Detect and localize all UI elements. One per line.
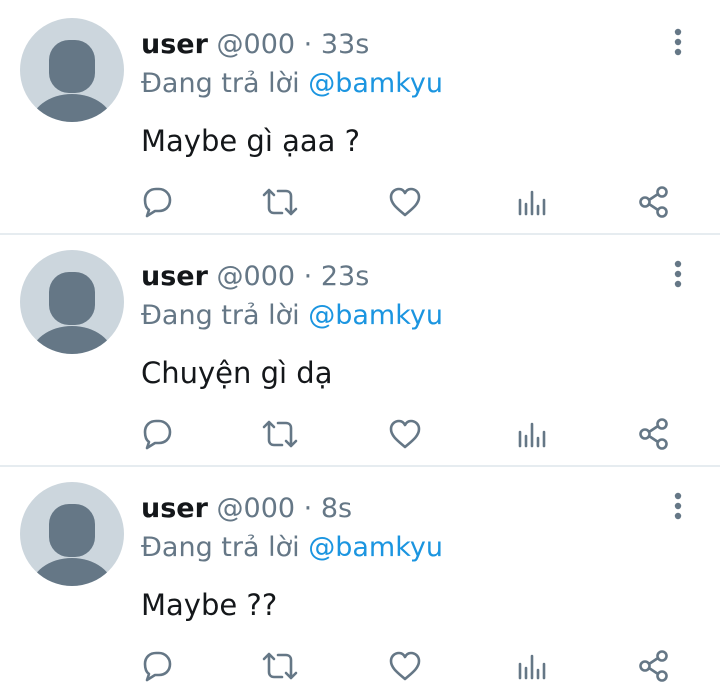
tweet-item[interactable]: user @000 · 33s Đang trả lời @bamkyu May… (0, 0, 720, 232)
share-icon (639, 186, 668, 218)
user-handle[interactable]: @000 (217, 29, 296, 60)
reply-button[interactable] (135, 644, 179, 688)
like-button[interactable] (383, 412, 427, 456)
heart-icon (389, 651, 421, 681)
share-button[interactable] (632, 180, 676, 224)
mention-link[interactable]: @bamkyu (308, 300, 443, 331)
default-avatar-icon (30, 272, 114, 354)
replying-prefix: Đang trả lời (141, 68, 300, 99)
tweet-item[interactable]: user @000 · 23s Đang trả lời @bamkyu Chu… (0, 232, 720, 464)
share-icon (639, 418, 668, 450)
separator-dot: · (303, 493, 313, 524)
more-options-button[interactable] (660, 26, 696, 62)
retweet-button[interactable] (258, 412, 302, 456)
default-avatar-icon (30, 504, 114, 586)
user-handle[interactable]: @000 (217, 261, 296, 292)
reply-icon (143, 651, 172, 682)
stats-button[interactable] (508, 180, 552, 224)
more-options-button[interactable] (660, 490, 696, 526)
retweet-icon (262, 420, 298, 448)
stats-icon (518, 422, 546, 448)
tweet-header: user @000 · 8s (141, 490, 352, 528)
replying-to: Đang trả lời @bamkyu (141, 66, 443, 102)
user-handle[interactable]: @000 (217, 493, 296, 524)
like-button[interactable] (383, 644, 427, 688)
retweet-button[interactable] (258, 180, 302, 224)
retweet-icon (262, 188, 298, 216)
timestamp[interactable]: 33s (321, 29, 369, 60)
reply-icon (143, 419, 172, 450)
reply-button[interactable] (135, 412, 179, 456)
default-avatar-icon (30, 40, 114, 122)
more-options-button[interactable] (660, 258, 696, 294)
display-name[interactable]: user (141, 261, 208, 292)
tweet-text: Maybe ?? (141, 588, 278, 622)
separator-dot: · (303, 261, 313, 292)
mention-link[interactable]: @bamkyu (308, 68, 443, 99)
heart-icon (389, 419, 421, 449)
timestamp[interactable]: 8s (321, 493, 352, 524)
timestamp[interactable]: 23s (321, 261, 369, 292)
display-name[interactable]: user (141, 493, 208, 524)
replying-prefix: Đang trả lời (141, 300, 300, 331)
display-name[interactable]: user (141, 29, 208, 60)
avatar[interactable] (20, 482, 124, 586)
stats-icon (518, 654, 546, 680)
retweet-icon (262, 652, 298, 680)
mention-link[interactable]: @bamkyu (308, 532, 443, 563)
retweet-button[interactable] (258, 644, 302, 688)
tweet-header: user @000 · 33s (141, 26, 369, 64)
like-button[interactable] (383, 180, 427, 224)
stats-button[interactable] (508, 412, 552, 456)
tweet-text: Maybe gì ạaa ? (141, 124, 361, 158)
action-bar (0, 644, 720, 688)
tweet-header: user @000 · 23s (141, 258, 369, 296)
more-vertical-icon (674, 260, 682, 288)
stats-button[interactable] (508, 644, 552, 688)
share-button[interactable] (632, 412, 676, 456)
separator-dot: · (303, 29, 313, 60)
heart-icon (389, 187, 421, 217)
reply-button[interactable] (135, 180, 179, 224)
more-vertical-icon (674, 28, 682, 56)
more-vertical-icon (674, 492, 682, 520)
reply-feed: user @000 · 33s Đang trả lời @bamkyu May… (0, 0, 720, 688)
avatar[interactable] (20, 18, 124, 122)
replying-to: Đang trả lời @bamkyu (141, 530, 443, 566)
stats-icon (518, 190, 546, 216)
share-button[interactable] (632, 644, 676, 688)
replying-to: Đang trả lời @bamkyu (141, 298, 443, 334)
share-icon (639, 650, 668, 682)
action-bar (0, 180, 720, 224)
tweet-item[interactable]: user @000 · 8s Đang trả lời @bamkyu Mayb… (0, 464, 720, 696)
tweet-text: Chuyện gì dạ (141, 356, 333, 390)
action-bar (0, 412, 720, 456)
replying-prefix: Đang trả lời (141, 532, 300, 563)
reply-icon (143, 187, 172, 218)
avatar[interactable] (20, 250, 124, 354)
